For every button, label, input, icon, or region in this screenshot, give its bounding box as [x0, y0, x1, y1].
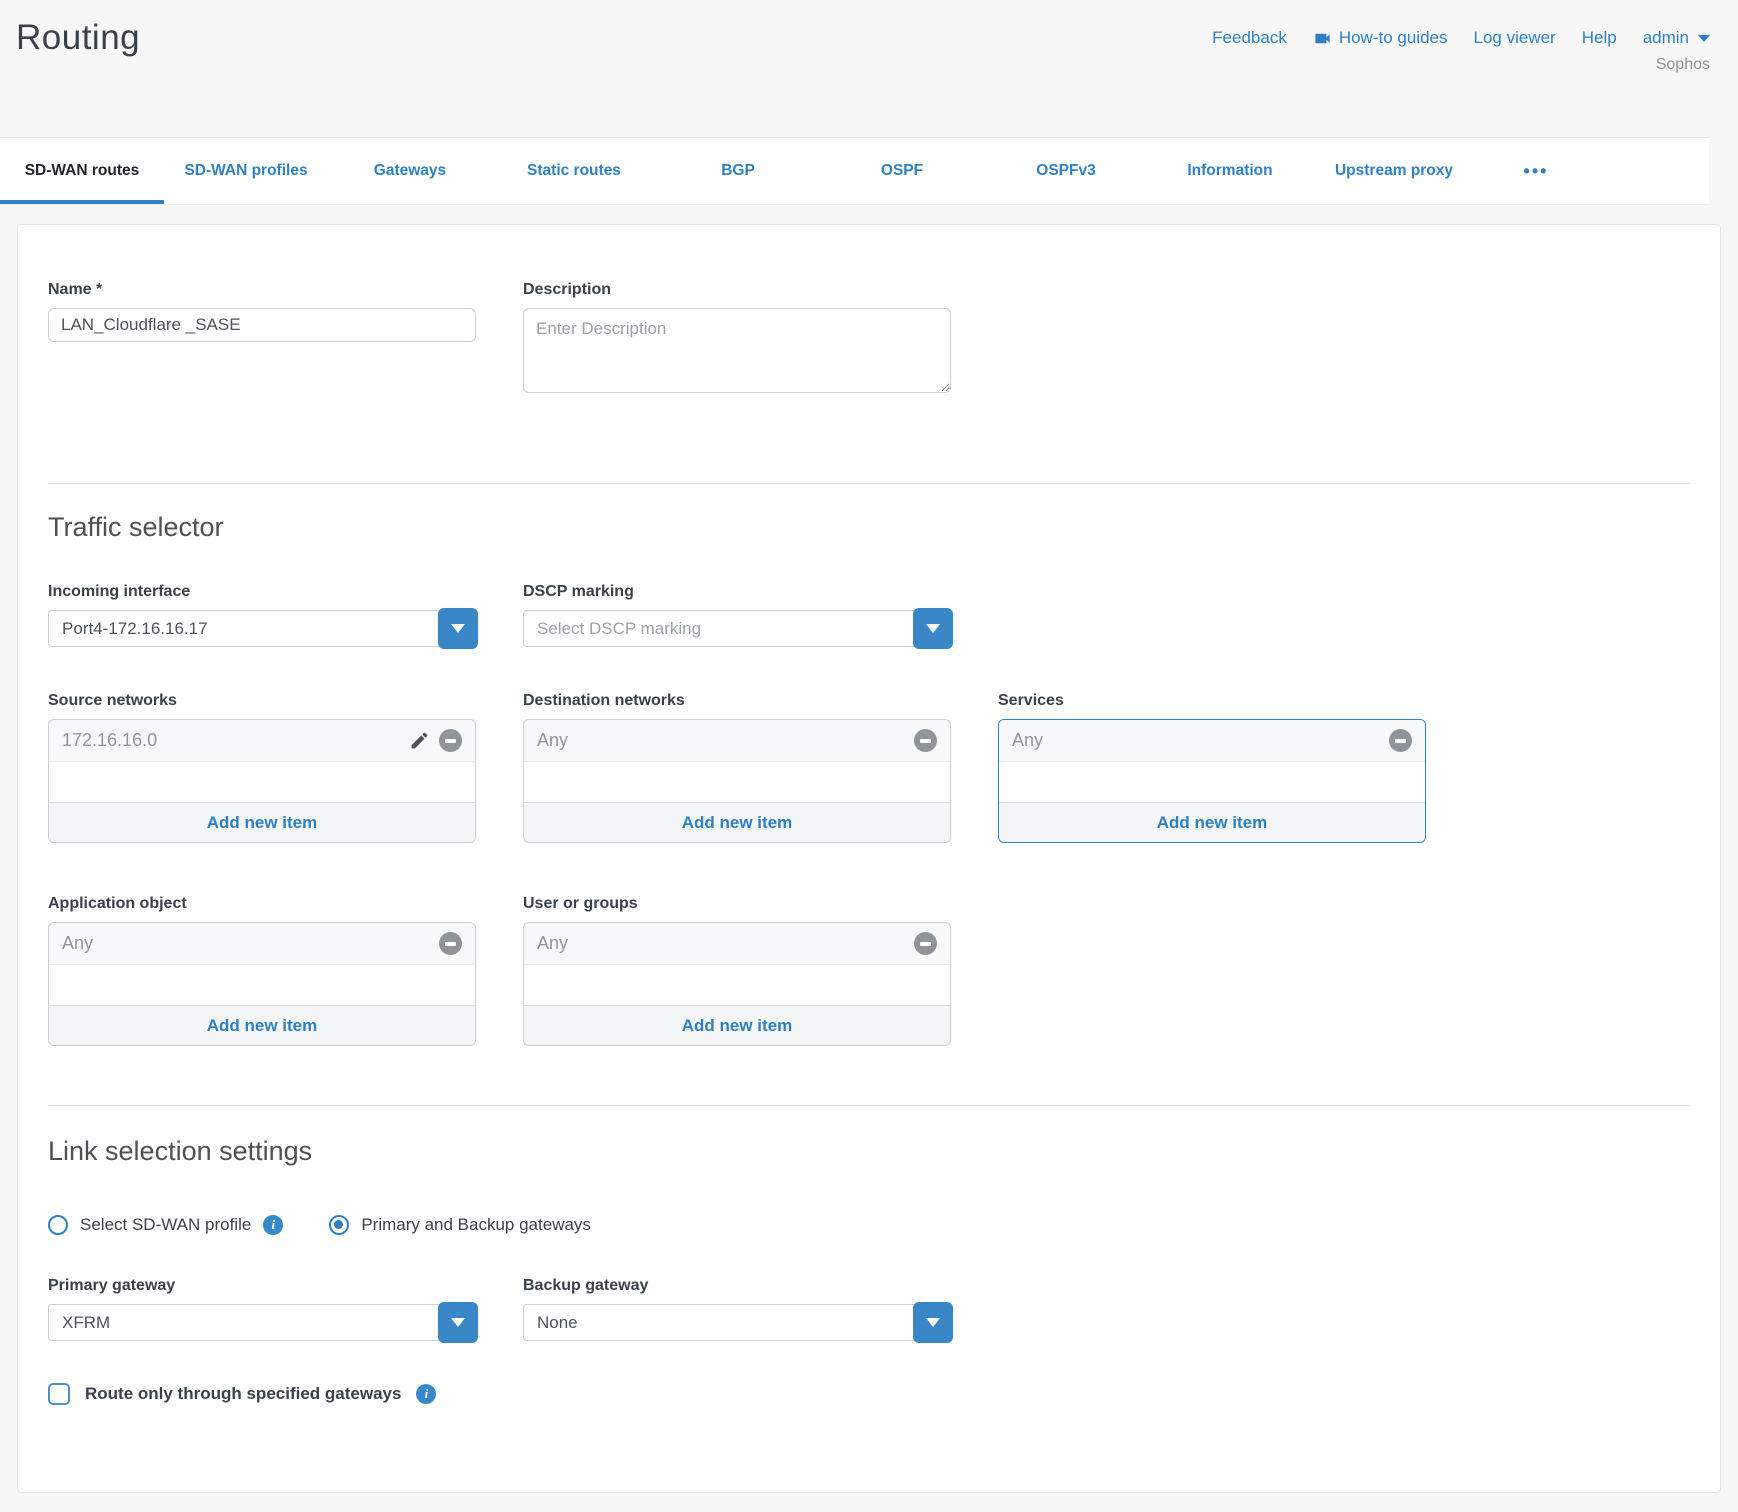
radio-label: Primary and Backup gateways: [361, 1215, 591, 1235]
destination-networks-label: Destination networks: [523, 692, 951, 710]
incoming-interface-value[interactable]: [48, 610, 476, 647]
incoming-interface-dropdown-button[interactable]: [438, 608, 478, 649]
edit-icon[interactable]: [409, 730, 430, 751]
backup-gateway-label: Backup gateway: [523, 1277, 951, 1295]
tab-gateways[interactable]: Gateways: [328, 138, 492, 204]
destination-networks-listbox: Any Add new item: [523, 719, 951, 843]
chevron-down-icon: [1698, 35, 1710, 42]
tab-strip: SD-WAN routes SD-WAN profiles Gateways S…: [0, 137, 1709, 205]
backup-gateway-dropdown-button[interactable]: [913, 1302, 953, 1343]
tab-overflow-menu[interactable]: •••: [1476, 138, 1596, 204]
application-object-value: Any: [62, 933, 93, 954]
route-only-checkbox[interactable]: [48, 1383, 70, 1405]
feedback-link[interactable]: Feedback: [1212, 28, 1287, 48]
tab-information[interactable]: Information: [1148, 138, 1312, 204]
source-networks-listbox: 172.16.16.0 Add new item: [48, 719, 476, 843]
radio-label: Select SD-WAN profile: [80, 1215, 251, 1235]
remove-icon[interactable]: [914, 729, 937, 752]
list-item: Any: [524, 923, 950, 965]
application-object-listbox: Any Add new item: [48, 922, 476, 1046]
tab-sd-wan-routes[interactable]: SD-WAN routes: [0, 138, 164, 204]
log-viewer-link[interactable]: Log viewer: [1474, 28, 1556, 48]
radio-select-sd-wan-profile[interactable]: Select SD-WAN profile i: [48, 1215, 283, 1235]
dscp-marking-value[interactable]: [523, 610, 951, 647]
user-or-groups-value: Any: [537, 933, 568, 954]
tab-bgp[interactable]: BGP: [656, 138, 820, 204]
user-or-groups-add-button[interactable]: Add new item: [524, 1005, 950, 1045]
user-or-groups-listbox: Any Add new item: [523, 922, 951, 1046]
name-input[interactable]: [48, 308, 476, 342]
dscp-marking-label: DSCP marking: [523, 583, 951, 601]
list-item: Any: [999, 720, 1425, 762]
services-label: Services: [998, 692, 1426, 710]
dscp-marking-select[interactable]: [523, 610, 951, 647]
chevron-down-icon: [451, 1318, 465, 1327]
tab-upstream-proxy[interactable]: Upstream proxy: [1312, 138, 1476, 204]
destination-network-value: Any: [537, 730, 568, 751]
radio-icon[interactable]: [329, 1215, 349, 1235]
source-network-value: 172.16.16.0: [62, 730, 157, 751]
divider: [48, 483, 1690, 484]
chevron-down-icon: [451, 624, 465, 633]
incoming-interface-label: Incoming interface: [48, 583, 476, 601]
sd-wan-route-form-panel: Name * Description Traffic selector Inco…: [17, 224, 1721, 1493]
divider: [48, 1105, 1690, 1106]
howto-guides-link[interactable]: How-to guides: [1313, 28, 1448, 48]
incoming-interface-select[interactable]: [48, 610, 476, 647]
application-object-add-button[interactable]: Add new item: [49, 1005, 475, 1045]
brand-label: Sophos: [1212, 56, 1710, 74]
admin-menu[interactable]: admin: [1643, 28, 1710, 48]
page-title: Routing: [16, 18, 140, 137]
backup-gateway-select[interactable]: [523, 1304, 951, 1341]
listbox-spacer: [49, 762, 475, 802]
primary-gateway-select[interactable]: [48, 1304, 476, 1341]
services-listbox: Any Add new item: [998, 719, 1426, 843]
tab-sd-wan-profiles[interactable]: SD-WAN profiles: [164, 138, 328, 204]
traffic-selector-heading: Traffic selector: [48, 512, 1690, 543]
primary-gateway-label: Primary gateway: [48, 1277, 476, 1295]
list-item: 172.16.16.0: [49, 720, 475, 762]
primary-gateway-value[interactable]: [48, 1304, 476, 1341]
description-input[interactable]: [523, 308, 951, 393]
list-item: Any: [49, 923, 475, 965]
listbox-spacer: [524, 762, 950, 802]
remove-icon[interactable]: [1389, 729, 1412, 752]
application-object-label: Application object: [48, 895, 476, 913]
source-networks-label: Source networks: [48, 692, 476, 710]
video-camera-icon: [1313, 29, 1332, 48]
header-nav: Feedback How-to guides Log viewer Help a…: [1212, 28, 1710, 48]
tab-ospfv3[interactable]: OSPFv3: [984, 138, 1148, 204]
remove-icon[interactable]: [914, 932, 937, 955]
user-or-groups-label: User or groups: [523, 895, 951, 913]
remove-icon[interactable]: [439, 729, 462, 752]
info-icon[interactable]: i: [416, 1384, 436, 1404]
service-value: Any: [1012, 730, 1043, 751]
route-only-checkbox-label: Route only through specified gateways: [85, 1384, 401, 1404]
description-label: Description: [523, 281, 951, 299]
list-item: Any: [524, 720, 950, 762]
dscp-dropdown-button[interactable]: [913, 608, 953, 649]
radio-primary-backup-gateways[interactable]: Primary and Backup gateways: [329, 1215, 591, 1235]
destination-networks-add-button[interactable]: Add new item: [524, 802, 950, 842]
name-label: Name *: [48, 281, 476, 299]
source-networks-add-button[interactable]: Add new item: [49, 802, 475, 842]
radio-icon[interactable]: [48, 1215, 68, 1235]
tab-static-routes[interactable]: Static routes: [492, 138, 656, 204]
tab-ospf[interactable]: OSPF: [820, 138, 984, 204]
help-link[interactable]: Help: [1582, 28, 1617, 48]
remove-icon[interactable]: [439, 932, 462, 955]
backup-gateway-value[interactable]: [523, 1304, 951, 1341]
chevron-down-icon: [926, 1318, 940, 1327]
chevron-down-icon: [926, 624, 940, 633]
primary-gateway-dropdown-button[interactable]: [438, 1302, 478, 1343]
listbox-spacer: [49, 965, 475, 1005]
link-selection-heading: Link selection settings: [48, 1136, 1690, 1167]
page-header: Routing Feedback How-to guides Log viewe…: [0, 0, 1738, 137]
info-icon[interactable]: i: [263, 1215, 283, 1235]
services-add-button[interactable]: Add new item: [999, 802, 1425, 842]
listbox-spacer: [524, 965, 950, 1005]
listbox-spacer: [999, 762, 1425, 802]
